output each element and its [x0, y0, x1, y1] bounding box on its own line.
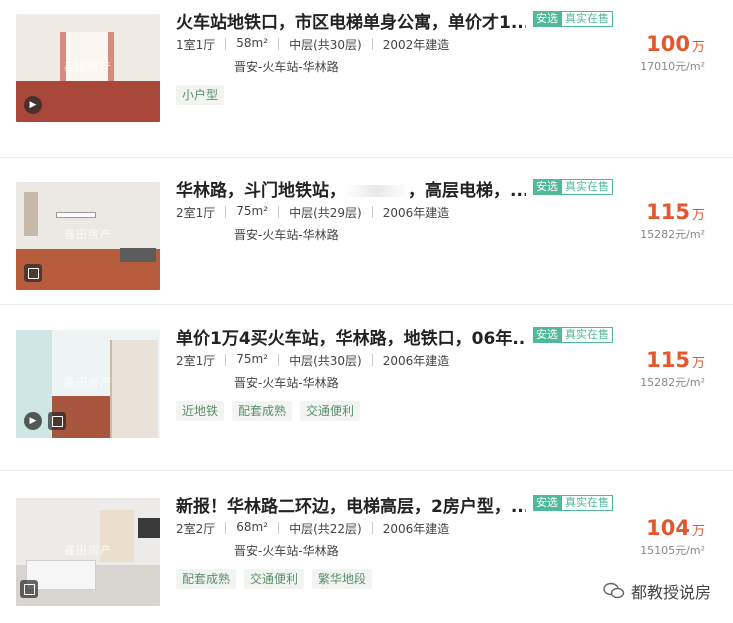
listing-title-part: 华林路，斗门地铁站， [176, 181, 346, 201]
divider [0, 304, 733, 305]
redacted-text [346, 185, 408, 197]
feature-label: 小户型 [176, 85, 225, 105]
tag-verified: 真实在售 [561, 495, 613, 511]
feature-label: 配套成熟 [176, 569, 237, 589]
floor: 中层(共30层) [289, 354, 362, 368]
photo-gallery-icon[interactable] [20, 580, 38, 598]
tag-anxuan: 安选 [533, 179, 561, 195]
listing-meta: 2室2厅 68m² 中层(共22层) 2006年建造 [176, 520, 449, 537]
price-unit: 万 [691, 208, 705, 223]
build-year: 2002年建造 [382, 38, 450, 52]
tag-verified: 真实在售 [561, 179, 613, 195]
price-block: 104 万 15105元/m² [640, 516, 705, 558]
total-price: 100 [646, 32, 690, 56]
feature-label: 繁华地段 [312, 569, 373, 589]
listing-photo[interactable]: 鑫田房产 ▶ [16, 330, 160, 438]
listing-title[interactable]: 华林路，斗门地铁站， ，高层电梯，... [176, 176, 526, 201]
brand-name: 都教授说房 [630, 583, 711, 602]
price-unit: 万 [691, 356, 705, 371]
listing-photo[interactable]: 鑫田房产 [16, 182, 160, 290]
build-year: 2006年建造 [382, 522, 450, 536]
floor: 中层(共22层) [289, 522, 362, 536]
play-video-icon[interactable]: ▶ [24, 412, 42, 430]
photo-gallery-icon[interactable] [48, 412, 66, 430]
floor: 中层(共30层) [289, 38, 362, 52]
listing-location[interactable]: 晋安-火车站-华林路 [234, 58, 339, 75]
layout: 2室1厅 [176, 206, 216, 220]
listing-meta: 2室1厅 75m² 中层(共29层) 2006年建造 [176, 204, 449, 221]
listing-card[interactable]: 鑫田房产 华林路，斗门地铁站， ，高层电梯，... 安选 真实在售 2室1厅 75… [0, 168, 733, 318]
listing-photo[interactable]: 鑫田房产 ▶ [16, 14, 160, 122]
listing-meta: 2室1厅 75m² 中层(共30层) 2006年建造 [176, 352, 449, 369]
feature-label: 配套成熟 [232, 401, 293, 421]
total-price: 115 [646, 200, 690, 224]
feature-label: 交通便利 [244, 569, 305, 589]
unit-price: 15105元/m² [640, 544, 705, 557]
listing-tags: 安选 真实在售 [533, 179, 613, 195]
photo-watermark: 鑫田房产 [64, 375, 112, 389]
listing-card[interactable]: 鑫田房产 ▶ 单价1万4买火车站，华林路，地铁口，06年... 安选 真实在售 … [0, 316, 733, 466]
build-year: 2006年建造 [382, 206, 450, 220]
brand-watermark: 都教授说房 [603, 579, 711, 603]
play-video-icon[interactable]: ▶ [24, 96, 42, 114]
price-unit: 万 [691, 524, 705, 539]
price-block: 115 万 15282元/m² [640, 200, 705, 242]
listing-tags: 安选 真实在售 [533, 495, 613, 511]
listing-card[interactable]: 鑫田房产 ▶ 火车站地铁口，市区电梯单身公寓，单价才1... 安选 真实在售 1… [0, 0, 733, 150]
photo-watermark: 鑫田房产 [64, 59, 112, 73]
total-price: 115 [646, 348, 690, 372]
listing-title[interactable]: 新报！华林路二环边，电梯高层，2房户型，... [176, 492, 526, 517]
area: 68m² [236, 520, 269, 534]
unit-price: 15282元/m² [640, 376, 705, 389]
area: 75m² [236, 204, 269, 218]
divider [0, 157, 733, 158]
listing-title[interactable]: 火车站地铁口，市区电梯单身公寓，单价才1... [176, 8, 526, 33]
label-list: 配套成熟 交通便利 繁华地段 [176, 569, 380, 589]
price-unit: 万 [691, 40, 705, 55]
photo-gallery-icon[interactable] [24, 264, 42, 282]
feature-label: 交通便利 [300, 401, 361, 421]
listing-tags: 安选 真实在售 [533, 11, 613, 27]
label-list: 近地铁 配套成熟 交通便利 [176, 401, 368, 421]
floor: 中层(共29层) [289, 206, 362, 220]
tag-anxuan: 安选 [533, 327, 561, 343]
price-block: 115 万 15282元/m² [640, 348, 705, 390]
listing-title[interactable]: 单价1万4买火车站，华林路，地铁口，06年... [176, 324, 526, 349]
feature-label: 近地铁 [176, 401, 225, 421]
area: 58m² [236, 36, 269, 50]
photo-watermark: 鑫田房产 [64, 543, 112, 557]
listing-photo[interactable]: 鑫田房产 [16, 498, 160, 606]
tag-anxuan: 安选 [533, 11, 561, 27]
tag-anxuan: 安选 [533, 495, 561, 511]
listing-title-part: ，高层电梯，... [408, 181, 526, 201]
layout: 2室2厅 [176, 522, 216, 536]
listing-location[interactable]: 晋安-火车站-华林路 [234, 374, 339, 391]
divider [0, 470, 733, 471]
photo-watermark: 鑫田房产 [64, 227, 112, 241]
tag-verified: 真实在售 [561, 327, 613, 343]
total-price: 104 [646, 516, 690, 540]
unit-price: 17010元/m² [640, 60, 705, 73]
wechat-icon [603, 582, 625, 599]
build-year: 2006年建造 [382, 354, 450, 368]
listing-location[interactable]: 晋安-火车站-华林路 [234, 226, 339, 243]
area: 75m² [236, 352, 269, 366]
price-block: 100 万 17010元/m² [640, 32, 705, 74]
listing-meta: 1室1厅 58m² 中层(共30层) 2002年建造 [176, 36, 449, 53]
layout: 1室1厅 [176, 38, 216, 52]
tag-verified: 真实在售 [561, 11, 613, 27]
listing-tags: 安选 真实在售 [533, 327, 613, 343]
layout: 2室1厅 [176, 354, 216, 368]
listing-location[interactable]: 晋安-火车站-华林路 [234, 542, 339, 559]
label-list: 小户型 [176, 85, 232, 105]
unit-price: 15282元/m² [640, 228, 705, 241]
